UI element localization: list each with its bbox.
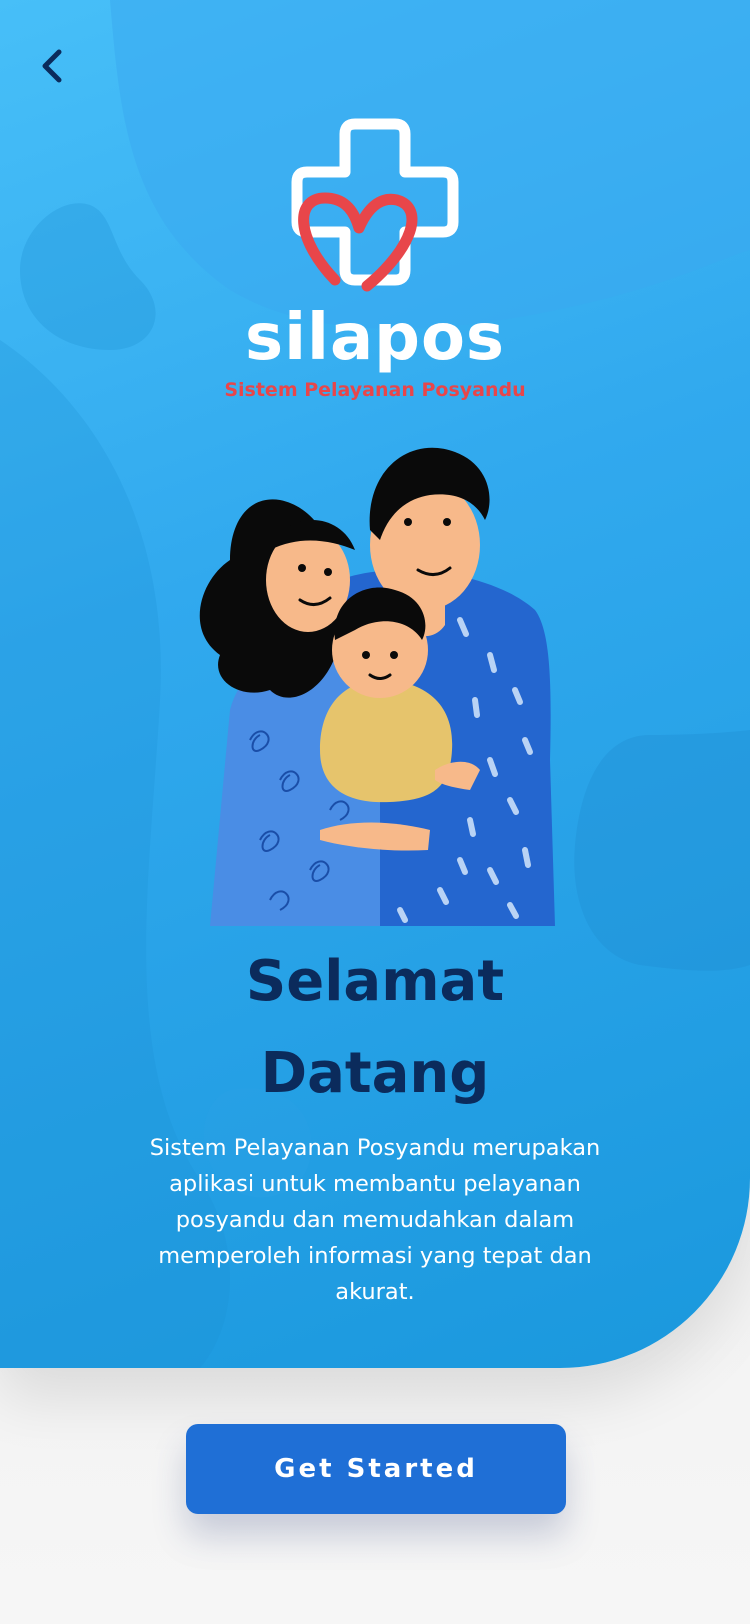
- get-started-button[interactable]: Get Started: [186, 1424, 566, 1514]
- welcome-title-line1: Selamat: [245, 949, 505, 1014]
- family-illustration: [199, 447, 555, 926]
- back-button[interactable]: [26, 40, 78, 92]
- welcome-title: Selamat Datang: [0, 936, 750, 1120]
- hero-panel: silapos Sistem Pelayanan Posyandu Selama…: [0, 0, 750, 1368]
- welcome-title-line2: Datang: [260, 1041, 490, 1106]
- chevron-left-icon: [42, 49, 62, 83]
- brand-tagline: Sistem Pelayanan Posyandu: [224, 379, 526, 401]
- medical-cross-heart-logo: [291, 118, 459, 292]
- brand-name: silapos: [244, 301, 506, 375]
- welcome-description: Sistem Pelayanan Posyandu merupakan apli…: [149, 1135, 601, 1305]
